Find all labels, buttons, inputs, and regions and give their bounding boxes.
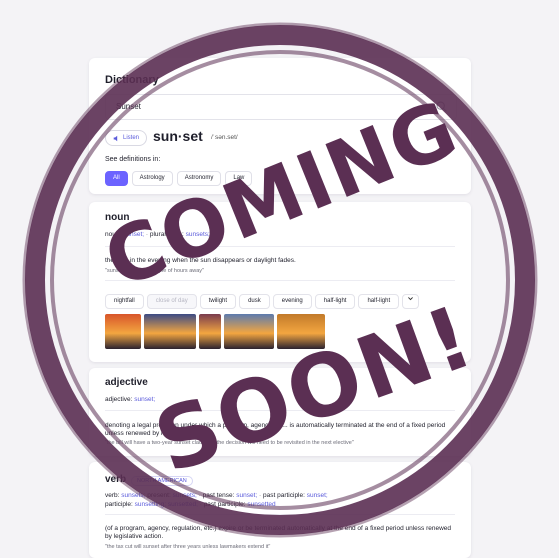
synonym-chip[interactable]: half-light <box>314 294 356 309</box>
participle-label: participle: <box>105 501 133 508</box>
see-definitions-label: See definitions in: <box>105 156 161 163</box>
synonym-chip[interactable]: dusk <box>239 294 270 309</box>
past-alt-link[interactable]: sunsetted; <box>168 501 198 508</box>
synonym-chip[interactable]: twilight <box>199 294 237 309</box>
chip-astrology[interactable]: Astrology <box>131 171 173 186</box>
sunset-photo[interactable] <box>105 314 141 349</box>
past-participle-link[interactable]: sunset; <box>307 492 328 499</box>
sunset-photo[interactable] <box>224 314 274 349</box>
search-input-value: Sunset <box>116 102 141 111</box>
listen-label: Listen <box>123 135 140 141</box>
past-tense-link[interactable]: sunset; <box>236 492 257 499</box>
present-label: present: <box>147 492 171 499</box>
participle-link[interactable]: sunsetting; <box>135 501 166 508</box>
verb-heading: verb <box>105 474 127 485</box>
synonym-list: nightfall close of day twilight dusk eve… <box>105 294 420 309</box>
past-tense-label: past tense: <box>202 492 235 499</box>
past-participle-label: past participle: <box>263 492 305 499</box>
divider <box>105 514 455 515</box>
past-participle-label-2: past participle: <box>203 501 246 508</box>
verb-form-link[interactable]: sunsets; <box>121 492 145 499</box>
sunset-photo[interactable] <box>199 314 221 349</box>
adjective-forms-label: adjective: <box>105 396 133 403</box>
verb-forms-line-2: participle: sunsetting; sunsetted; · pas… <box>105 501 276 508</box>
verb-definition: (of a program, agency, regulation, etc.)… <box>105 525 452 540</box>
synonym-chip[interactable]: half-light <box>358 294 400 309</box>
verb-card: verb NORTH AMERICAN verb: sunsets; prese… <box>89 462 471 558</box>
dictionary-title: Dictionary <box>105 74 159 86</box>
pronunciation: /ˈsən.set/ <box>211 134 238 141</box>
speaker-icon <box>113 135 118 141</box>
synonym-chip[interactable]: evening <box>272 294 312 309</box>
listen-button[interactable]: Listen <box>105 130 148 146</box>
verb-forms-line-1: verb: sunsets; present: sunsets; · past … <box>105 492 328 499</box>
adjective-heading: adjective <box>105 377 148 388</box>
past-participle-link-2[interactable]: sunsetted <box>247 501 275 508</box>
sunset-photo[interactable] <box>144 314 196 349</box>
verb-forms-label: verb: <box>105 492 120 499</box>
chip-all[interactable]: All <box>105 171 128 186</box>
headword: sun·set <box>153 128 203 144</box>
synonym-chip[interactable]: close of day <box>146 294 197 309</box>
verb-example: "the tax cut will sunset after three yea… <box>105 544 271 550</box>
